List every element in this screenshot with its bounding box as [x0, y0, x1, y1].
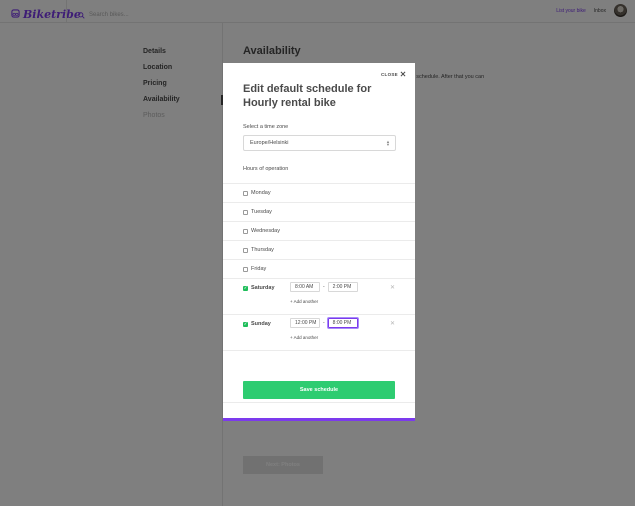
timezone-select[interactable]: Europe/Helsinki ▲ ▼	[243, 135, 396, 151]
time-separator: -	[323, 320, 325, 326]
checkbox[interactable]	[243, 247, 248, 253]
modal-footer-divider	[223, 402, 415, 403]
day-row-monday: Monday	[223, 183, 415, 202]
day-toggle[interactable]: Thursday	[243, 247, 274, 253]
remove-time-icon[interactable]: ✕	[390, 284, 395, 291]
end-time-input[interactable]: 8:00 PM	[327, 318, 358, 328]
remove-time-icon[interactable]: ✕	[390, 320, 395, 327]
add-another-link[interactable]: + Add another	[290, 335, 318, 340]
modal-title: Edit default schedule for Hourly rental …	[243, 83, 372, 109]
time-range: 8:00 AM - 2:00 PM	[290, 282, 358, 292]
close-label: CLOSE	[380, 72, 398, 77]
day-toggle[interactable]: ✓ Sunday	[243, 321, 271, 327]
edit-schedule-modal: CLOSE Edit default schedule for Hourly r…	[223, 63, 415, 421]
day-row-saturday: ✓ Saturday 8:00 AM - 2:00 PM ✕ + Add ano…	[223, 278, 415, 314]
select-caret-icon: ▲ ▼	[386, 139, 390, 147]
checkbox[interactable]	[243, 190, 248, 196]
day-label: Thursday	[251, 247, 274, 253]
checkbox[interactable]	[243, 228, 248, 234]
timezone-value: Europe/Helsinki	[250, 140, 289, 146]
checkbox[interactable]	[243, 209, 248, 215]
day-toggle[interactable]: Friday	[243, 266, 266, 272]
hours-label: Hours of operation	[243, 166, 289, 172]
day-label: Tuesday	[251, 209, 272, 215]
day-row-friday: Friday	[223, 259, 415, 278]
day-toggle[interactable]: Wednesday	[243, 228, 280, 234]
start-time-input[interactable]: 12:00 PM	[290, 318, 320, 328]
save-schedule-button[interactable]: Save schedule	[243, 381, 395, 399]
days-list-end	[223, 350, 415, 351]
checkbox-checked[interactable]: ✓	[243, 285, 248, 291]
start-time-input[interactable]: 8:00 AM	[290, 282, 320, 292]
day-label: Monday	[251, 190, 271, 196]
close-button[interactable]: CLOSE	[381, 71, 406, 78]
end-time-input[interactable]: 2:00 PM	[327, 282, 358, 292]
add-another-link[interactable]: + Add another	[290, 299, 318, 304]
day-row-sunday: ✓ Sunday 12:00 PM - 8:00 PM ✕ + Add anot…	[223, 314, 415, 350]
day-row-thursday: Thursday	[223, 240, 415, 259]
days-list: Monday Tuesday Wednesday Thursday Friday…	[223, 183, 415, 351]
day-toggle[interactable]: Tuesday	[243, 209, 272, 215]
time-separator: -	[323, 284, 325, 290]
day-label: Friday	[251, 266, 267, 272]
day-label: Wednesday	[251, 228, 280, 234]
day-label: Sunday	[251, 321, 271, 327]
day-label: Saturday	[251, 285, 275, 291]
day-toggle[interactable]: ✓ Saturday	[243, 285, 275, 291]
day-row-wednesday: Wednesday	[223, 221, 415, 240]
day-row-tuesday: Tuesday	[223, 202, 415, 221]
timezone-label: Select a time zone	[243, 124, 289, 130]
close-icon	[400, 71, 406, 78]
checkbox-checked[interactable]: ✓	[243, 321, 248, 327]
day-toggle[interactable]: Monday	[243, 190, 271, 196]
time-range: 12:00 PM - 8:00 PM	[290, 318, 358, 328]
checkbox[interactable]	[243, 266, 248, 272]
